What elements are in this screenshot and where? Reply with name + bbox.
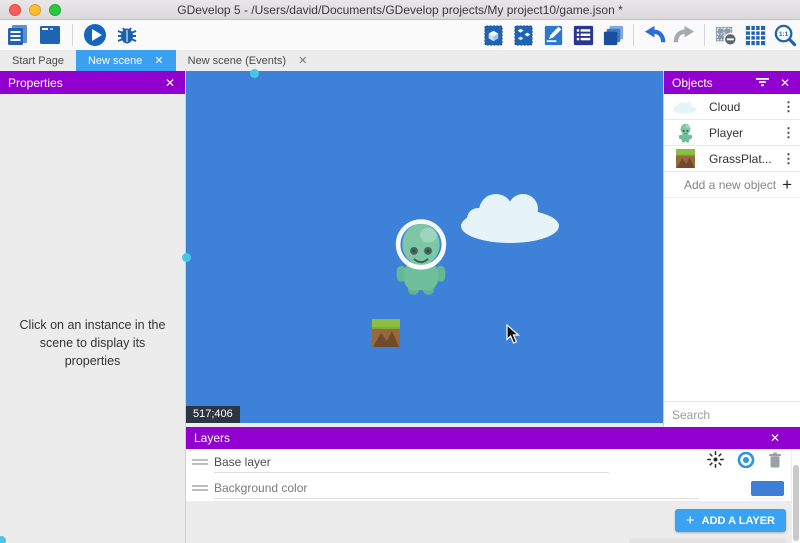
background-color-label: Background color xyxy=(214,477,699,499)
toolbar-separator xyxy=(72,24,73,46)
export-scene-icon[interactable] xyxy=(480,22,506,48)
close-icon[interactable]: ✕ xyxy=(163,76,177,90)
drag-handle-icon[interactable] xyxy=(192,457,208,467)
player-instance-selected[interactable] xyxy=(393,217,449,297)
properties-header: Properties ✕ xyxy=(0,71,185,94)
title-bar: GDevelop 5 - /Users/david/Documents/GDev… xyxy=(0,0,800,20)
window-title: GDevelop 5 - /Users/david/Documents/GDev… xyxy=(177,3,623,17)
redo-icon[interactable] xyxy=(671,22,697,48)
cloud-thumbnail xyxy=(670,100,700,114)
plus-icon: + xyxy=(686,512,695,529)
project-manager-icon[interactable] xyxy=(5,22,31,48)
gdevelop-window: GDevelop 5 - /Users/david/Documents/GDev… xyxy=(0,0,800,543)
cursor-coordinates-badge: 517;406 xyxy=(186,406,240,423)
delete-layer-icon[interactable] xyxy=(768,452,782,473)
close-tab-icon[interactable]: ✕ xyxy=(154,54,163,67)
close-window-button[interactable] xyxy=(9,4,21,16)
grid-icon[interactable] xyxy=(742,22,768,48)
objects-header: Objects ✕ xyxy=(664,71,800,94)
mask-delete-icon[interactable] xyxy=(712,22,738,48)
toolbar-separator xyxy=(704,24,705,46)
layers-title: Layers xyxy=(194,431,768,445)
play-preview-icon[interactable] xyxy=(82,22,108,48)
background-color-swatch[interactable] xyxy=(751,481,784,496)
layer-effects-icon[interactable] xyxy=(707,451,724,473)
objects-search-row xyxy=(664,401,800,427)
close-icon[interactable]: ✕ xyxy=(778,76,792,90)
layer-row-base: Base layer xyxy=(186,449,800,475)
cloud-instance[interactable] xyxy=(460,186,560,244)
object-name: Player xyxy=(709,126,782,140)
object-name: Cloud xyxy=(709,100,782,114)
objects-empty-area xyxy=(664,198,800,401)
panel-resize-handle-bottom[interactable] xyxy=(0,536,6,543)
object-row-grassplatform[interactable]: GrassPlat... ⋮ xyxy=(664,146,800,172)
tab-label: New scene xyxy=(88,55,142,67)
scrollbar-thumb[interactable] xyxy=(793,465,799,541)
layers-scrollbar[interactable] xyxy=(791,449,800,543)
grass-platform-instance[interactable] xyxy=(372,319,400,347)
instances-icon[interactable] xyxy=(510,22,536,48)
debug-icon[interactable] xyxy=(114,22,140,48)
add-lighting-layer-button[interactable]: + ADD LIGHTING LAYER xyxy=(629,538,786,543)
svg-text:1:1: 1:1 xyxy=(779,31,789,38)
objects-list-icon[interactable] xyxy=(570,22,596,48)
properties-panel: Properties ✕ Click on an instance in the… xyxy=(0,71,186,543)
filter-icon[interactable] xyxy=(756,74,778,92)
search-input[interactable] xyxy=(672,408,800,422)
objects-panel: Objects ✕ Cloud ⋮ Player ⋮ GrassPlat... … xyxy=(663,71,800,427)
add-object-label: Add a new object xyxy=(684,178,782,192)
layers-panel: Layers ✕ Base layer xyxy=(186,427,800,543)
object-menu-icon[interactable]: ⋮ xyxy=(782,151,794,167)
tab-new-scene-events[interactable]: New scene (Events) ✕ xyxy=(176,50,320,71)
traffic-lights xyxy=(9,4,61,16)
undo-icon[interactable] xyxy=(641,22,667,48)
layer-visibility-icon[interactable] xyxy=(737,452,755,473)
properties-empty-message: Click on an instance in the scene to dis… xyxy=(0,316,185,370)
tab-label: Start Page xyxy=(12,55,64,67)
object-menu-icon[interactable]: ⋮ xyxy=(782,99,794,115)
layers-actions-area: + ADD A LAYER + ADD LIGHTING LAYER xyxy=(186,501,800,543)
add-new-object-button[interactable]: Add a new object + xyxy=(664,172,800,198)
object-row-player[interactable]: Player ⋮ xyxy=(664,120,800,146)
drag-handle-icon[interactable] xyxy=(192,483,208,493)
plus-icon: + xyxy=(782,175,792,195)
tab-start-page[interactable]: Start Page xyxy=(0,50,76,71)
close-icon[interactable]: ✕ xyxy=(768,431,782,445)
scene-editor-canvas[interactable]: 517;406 xyxy=(186,71,663,423)
tab-new-scene[interactable]: New scene ✕ xyxy=(76,50,176,71)
editor-tabs: Start Page New scene ✕ New scene (Events… xyxy=(0,50,800,71)
panel-resize-handle-left[interactable] xyxy=(182,253,191,262)
player-thumbnail xyxy=(670,122,700,143)
add-layer-button[interactable]: + ADD A LAYER xyxy=(675,509,786,532)
object-row-cloud[interactable]: Cloud ⋮ xyxy=(664,94,800,120)
toolbar-separator xyxy=(633,24,634,46)
tab-label: New scene (Events) xyxy=(188,55,286,67)
mouse-cursor xyxy=(506,324,521,345)
preview-window-icon[interactable] xyxy=(37,22,63,48)
layer-row-background-color: Background color xyxy=(186,475,800,501)
properties-title: Properties xyxy=(8,76,163,90)
panel-resize-handle-top[interactable] xyxy=(250,69,259,78)
zoom-window-button[interactable] xyxy=(49,4,61,16)
close-tab-icon[interactable]: ✕ xyxy=(298,54,307,67)
layers-header: Layers ✕ xyxy=(186,427,800,449)
layer-name-field[interactable]: Base layer xyxy=(214,451,609,473)
object-menu-icon[interactable]: ⋮ xyxy=(782,125,794,141)
add-layer-label: ADD A LAYER xyxy=(702,515,775,527)
minimize-window-button[interactable] xyxy=(29,4,41,16)
objects-title: Objects xyxy=(672,76,756,90)
edit-scene-icon[interactable] xyxy=(540,22,566,48)
layers-toolbar-icon[interactable] xyxy=(600,22,626,48)
grass-platform-thumbnail xyxy=(670,149,700,168)
main-toolbar: 1:1 xyxy=(0,20,800,50)
zoom-one-to-one-icon[interactable]: 1:1 xyxy=(772,22,798,48)
object-name: GrassPlat... xyxy=(709,152,782,166)
